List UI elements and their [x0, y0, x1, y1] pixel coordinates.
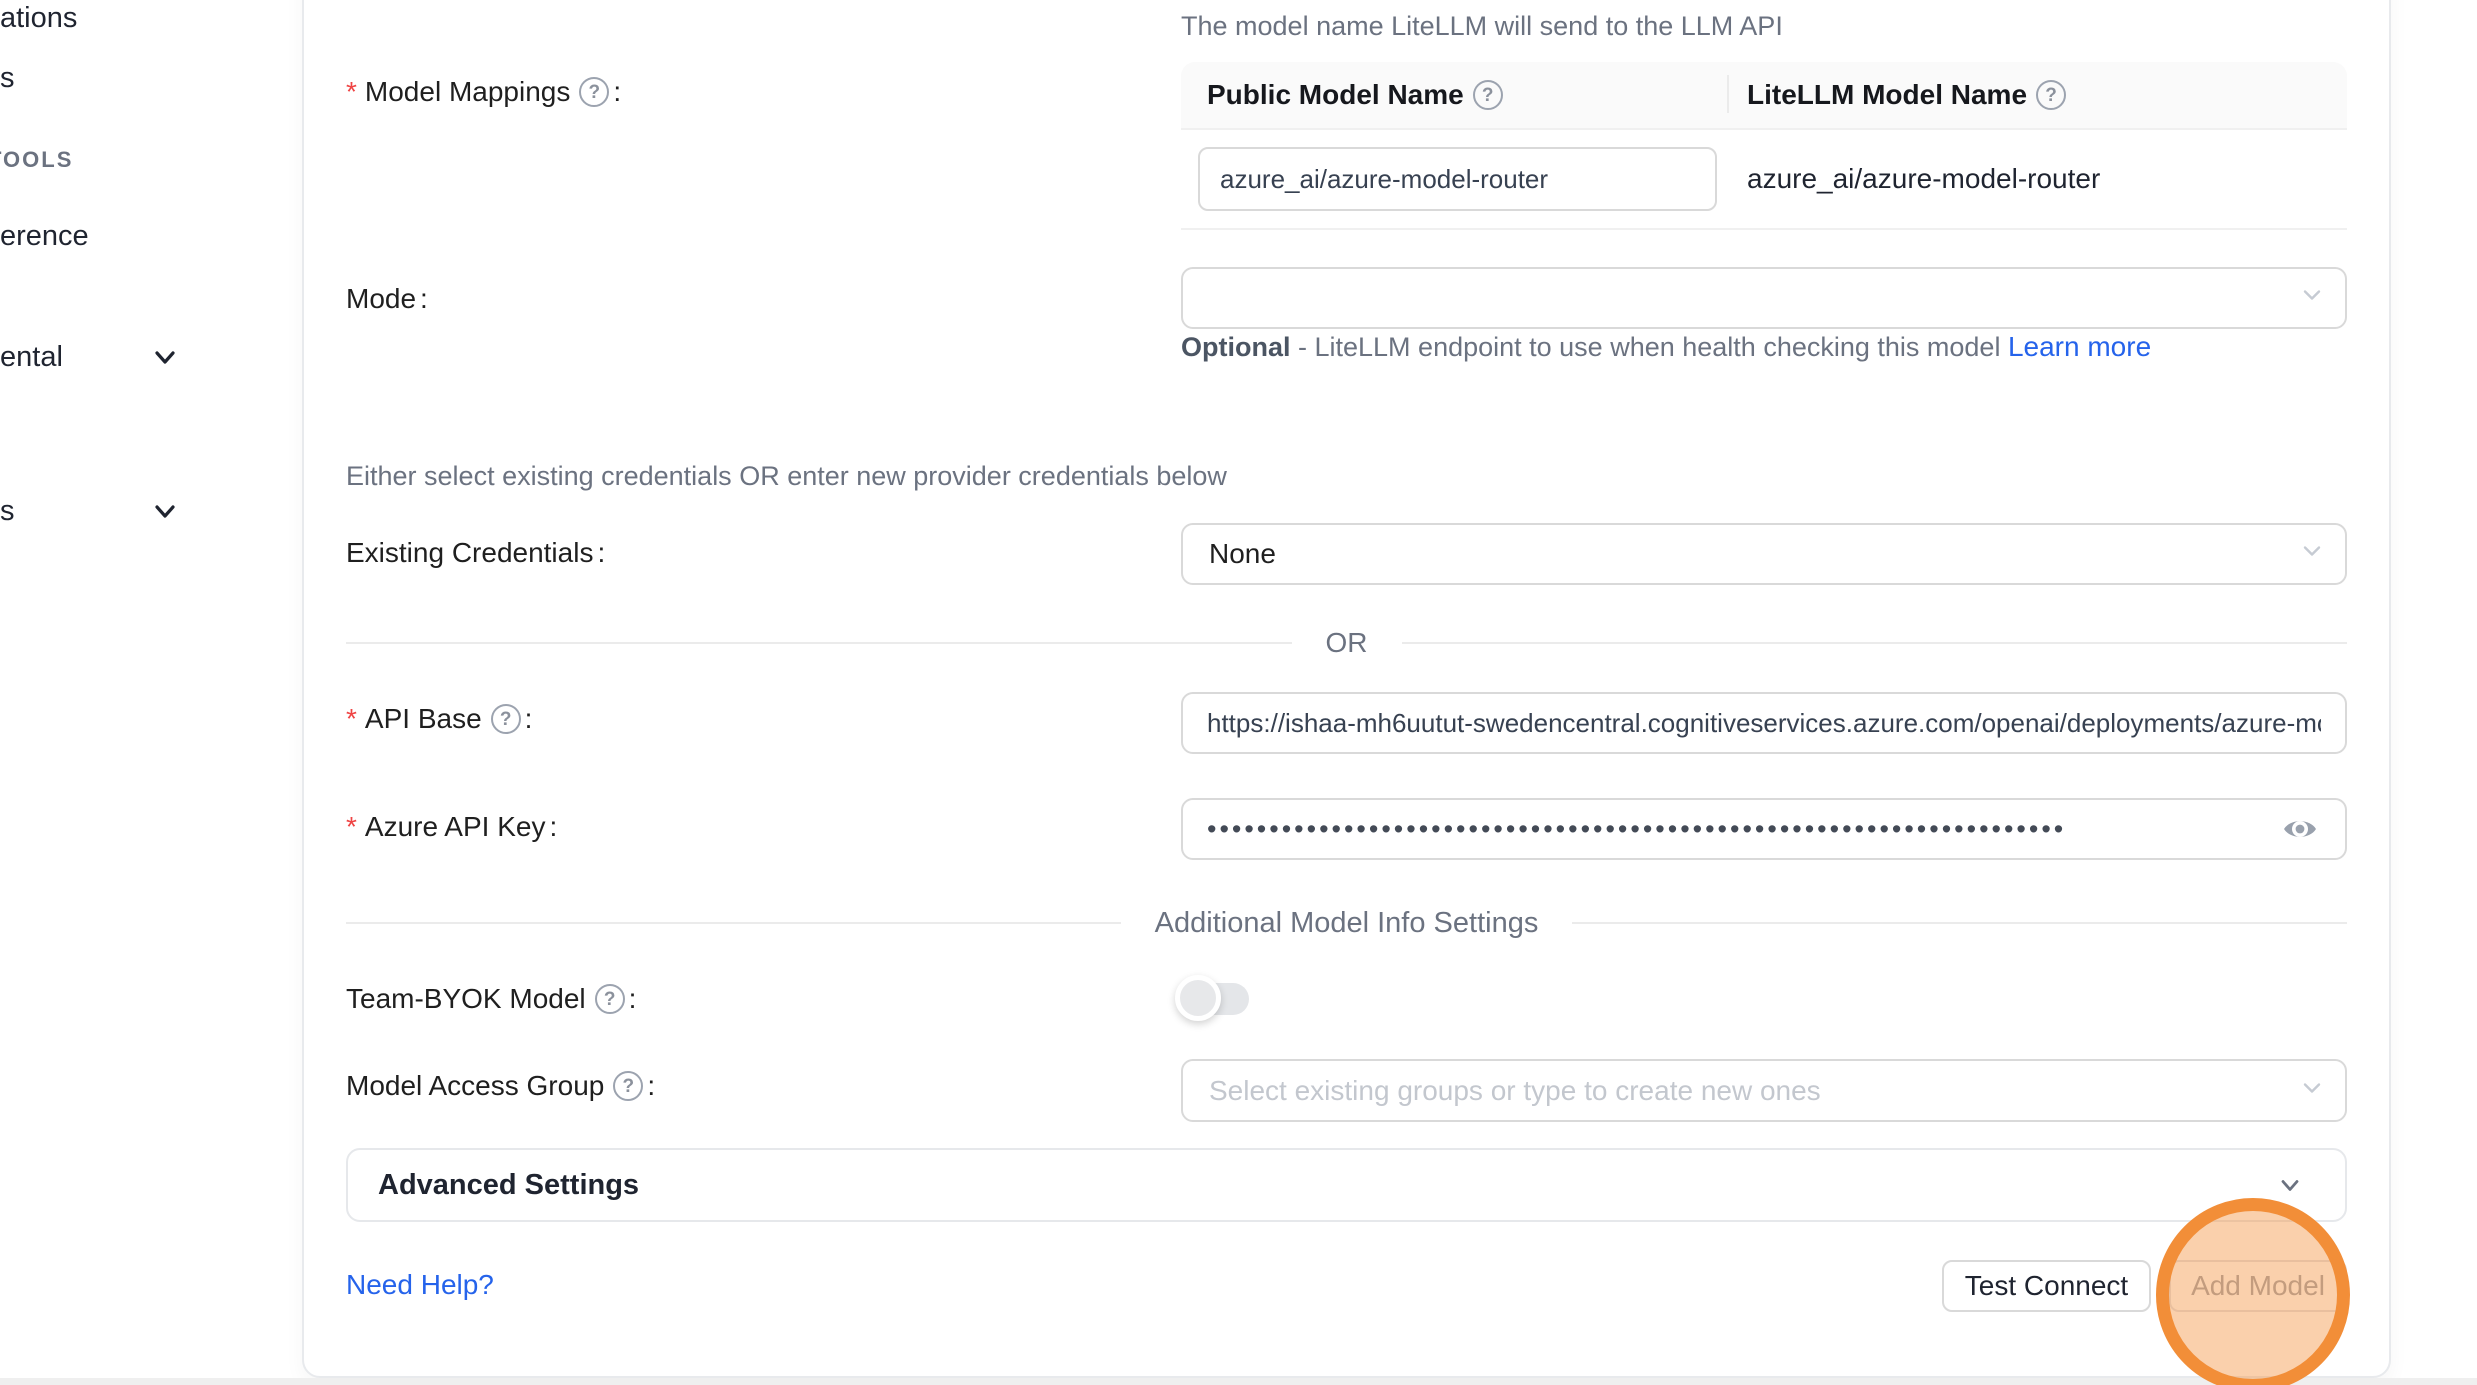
chevron-down-icon[interactable] [150, 496, 180, 526]
divider-line [1402, 642, 2348, 644]
label-text: Team-BYOK Model [346, 984, 586, 1014]
select-value: None [1209, 538, 1276, 570]
page-bottom-strip [0, 1378, 2477, 1385]
litellm-model-name-cell: azure_ai/azure-model-router [1729, 163, 2347, 195]
column-title: LiteLLM Model Name [1747, 79, 2027, 111]
azure-api-key-label: * Azure API Key : [346, 812, 557, 842]
existing-credentials-select[interactable]: None [1181, 523, 2347, 585]
table-header-litellm-model-name: LiteLLM Model Name ? [1729, 79, 2347, 111]
eye-icon[interactable] [2281, 814, 2319, 844]
sidebar-item-label: s [0, 495, 15, 527]
required-asterisk: * [346, 77, 357, 107]
model-name-hint: The model name LiteLLM will send to the … [1181, 11, 1783, 41]
chevron-down-icon [2299, 1074, 2325, 1107]
column-title: Public Model Name [1207, 79, 1464, 111]
api-base-label: * API Base ? : [346, 704, 532, 734]
sidebar-item-label: ental [0, 341, 63, 373]
team-byok-toggle[interactable] [1181, 983, 1249, 1015]
sidebar-section-tools: TOOLS [0, 147, 73, 173]
masked-value: ••••••••••••••••••••••••••••••••••••••••… [1207, 814, 2066, 845]
divider-label: OR [1326, 627, 1368, 659]
label-colon: : [525, 704, 533, 734]
question-circle-icon[interactable]: ? [613, 1071, 643, 1101]
label-colon: : [549, 812, 557, 842]
existing-credentials-label: Existing Credentials : [346, 538, 605, 568]
learn-more-link[interactable]: Learn more [2008, 331, 2151, 362]
test-connect-button[interactable]: Test Connect [1942, 1260, 2151, 1312]
public-model-name-input[interactable] [1198, 147, 1717, 211]
mode-hint: Optional - LiteLLM endpoint to use when … [1181, 326, 2171, 368]
required-asterisk: * [346, 704, 357, 734]
need-help-link[interactable]: Need Help? [346, 1270, 494, 1300]
sidebar-item-label: erence [0, 220, 89, 252]
model-access-group-label: Model Access Group ? : [346, 1071, 655, 1101]
label-colon: : [613, 77, 621, 107]
add-model-form-panel: The model name LiteLLM will send to the … [302, 0, 2391, 1378]
sidebar: ations s TOOLS erence ental s [0, 0, 302, 1378]
label-text: Model Access Group [346, 1071, 604, 1101]
sidebar-section-label: TOOLS [0, 147, 73, 172]
label-colon: : [647, 1071, 655, 1101]
advanced-settings-panel[interactable]: Advanced Settings [346, 1148, 2347, 1222]
divider-label: Additional Model Info Settings [1155, 907, 1539, 940]
label-text: Azure API Key [365, 812, 546, 842]
question-circle-icon[interactable]: ? [491, 704, 521, 734]
divider-line [346, 922, 1121, 924]
toggle-knob [1175, 975, 1221, 1021]
label-text: Mode [346, 284, 416, 314]
credentials-hint: Either select existing credentials OR en… [346, 461, 1227, 491]
select-placeholder: Select existing groups or type to create… [1209, 1075, 1821, 1107]
chevron-down-icon [2299, 282, 2325, 315]
label-text: Model Mappings [365, 77, 570, 107]
chevron-down-icon[interactable] [150, 342, 180, 372]
sidebar-item-ations[interactable]: ations [0, 2, 77, 34]
sidebar-item-erence[interactable]: erence [0, 220, 89, 252]
sidebar-item-ental[interactable]: ental [0, 341, 63, 373]
advanced-settings-label: Advanced Settings [378, 1169, 2275, 1202]
add-model-button[interactable]: Add Model [2169, 1260, 2347, 1312]
required-asterisk: * [346, 812, 357, 842]
question-circle-icon[interactable]: ? [1473, 80, 1503, 110]
divider-line [346, 642, 1292, 644]
label-colon: : [597, 538, 605, 568]
model-mappings-table: Public Model Name ? LiteLLM Model Name ?… [1181, 62, 2347, 230]
model-mappings-label: * Model Mappings ? : [346, 77, 621, 107]
hint-bold: Optional [1181, 332, 1291, 362]
label-text: API Base [365, 704, 482, 734]
chevron-down-icon [2299, 538, 2325, 571]
hint-text: - LiteLLM endpoint to use when health ch… [1291, 332, 2008, 362]
sidebar-item-s2[interactable]: s [0, 495, 15, 527]
question-circle-icon[interactable]: ? [2036, 80, 2066, 110]
model-access-group-select[interactable]: Select existing groups or type to create… [1181, 1059, 2347, 1122]
label-text: Existing Credentials [346, 538, 593, 568]
sidebar-item-label: s [0, 62, 15, 94]
question-circle-icon[interactable]: ? [595, 984, 625, 1014]
table-row: azure_ai/azure-model-router [1181, 130, 2347, 230]
divider-line [1572, 922, 2347, 924]
api-base-input[interactable] [1181, 692, 2347, 754]
label-colon: : [629, 984, 637, 1014]
mode-select[interactable] [1181, 267, 2347, 329]
team-byok-label: Team-BYOK Model ? : [346, 984, 636, 1014]
sidebar-item-label: ations [0, 2, 77, 34]
label-colon: : [420, 284, 428, 314]
sidebar-item-s[interactable]: s [0, 62, 15, 94]
table-header-public-model-name: Public Model Name ? [1181, 79, 1729, 111]
or-divider: OR [346, 628, 2347, 658]
public-model-name-cell [1181, 130, 1729, 228]
azure-api-key-input[interactable]: ••••••••••••••••••••••••••••••••••••••••… [1181, 798, 2347, 860]
additional-settings-divider: Additional Model Info Settings [346, 908, 2347, 938]
chevron-down-icon[interactable] [2275, 1170, 2305, 1200]
column-divider [1727, 75, 1729, 113]
mode-label: Mode : [346, 284, 428, 314]
table-header: Public Model Name ? LiteLLM Model Name ? [1181, 62, 2347, 130]
question-circle-icon[interactable]: ? [579, 77, 609, 107]
